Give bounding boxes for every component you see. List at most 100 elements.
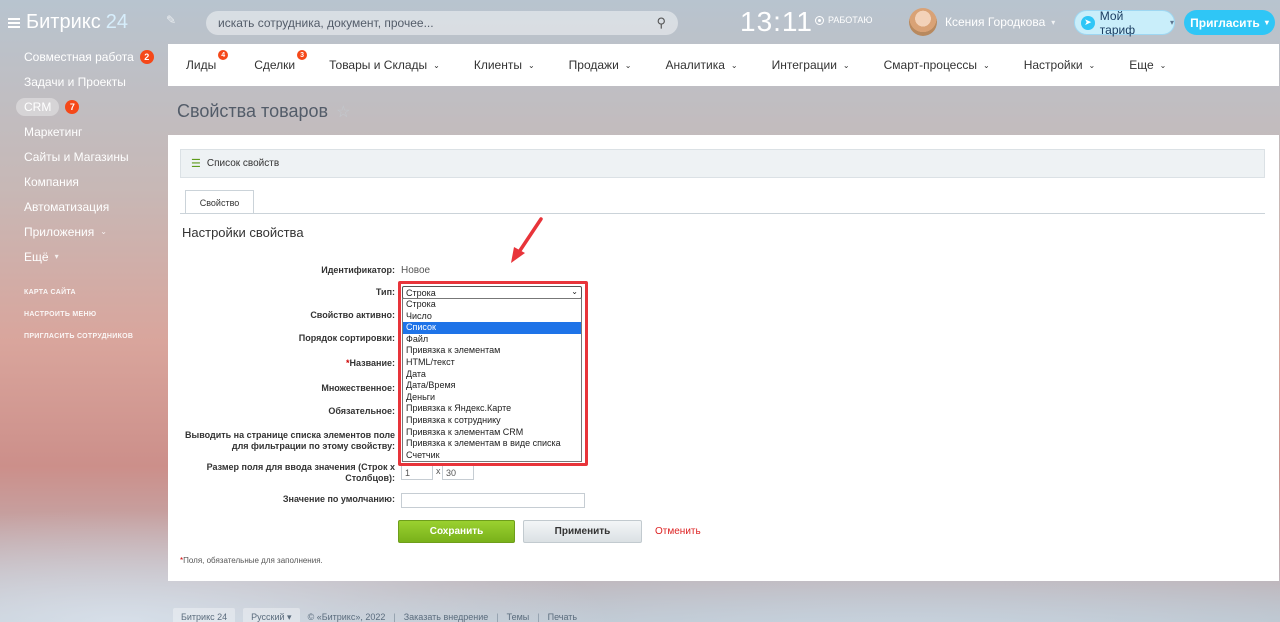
logo[interactable]: Битрикс 24	[8, 11, 128, 34]
footer-separator: |	[537, 612, 540, 622]
nav-analytics[interactable]: Аналитика ⌄	[666, 44, 750, 86]
sidebar-item-crm[interactable]: CRM 7	[0, 94, 168, 119]
invite-label: Пригласить	[1190, 15, 1260, 30]
type-option[interactable]: Дата	[403, 369, 581, 381]
nav-label: Клиенты	[473, 58, 522, 72]
user-menu[interactable]: Ксения Городкова ▾	[909, 8, 1055, 36]
work-status[interactable]: РАБОТАЮ	[815, 15, 873, 25]
status-icon	[815, 15, 824, 25]
type-option[interactable]: Привязка к элементам в виде списка	[403, 438, 581, 450]
chevron-down-icon: ▾	[54, 252, 59, 261]
nav-label: Настройки	[1023, 58, 1083, 72]
nav-integrations[interactable]: Интеграции ⌄	[772, 44, 862, 86]
id-value: Новое	[401, 265, 431, 276]
toolbar: ☰ Список свойств	[180, 149, 1265, 178]
sidebar-item-sites[interactable]: Сайты и Магазины	[0, 144, 168, 169]
sidebar-item-more[interactable]: Ещё ▾	[0, 244, 168, 269]
rocket-icon: ➤	[1081, 15, 1095, 30]
invite-employees-link[interactable]: ПРИГЛАСИТЬ СОТРУДНИКОВ	[0, 325, 168, 347]
footer-separator: |	[496, 612, 499, 622]
avatar[interactable]	[909, 8, 937, 36]
sidebar-item-marketing[interactable]: Маркетинг	[0, 119, 168, 144]
left-menu: Совместная работа 2 Задачи и Проекты CRM…	[0, 44, 168, 347]
sidebar-item-apps[interactable]: Приложения ⌄	[0, 219, 168, 244]
search-box[interactable]: ⚲	[206, 11, 678, 35]
type-option[interactable]: Привязка к элементам	[403, 345, 581, 357]
default-value-input[interactable]	[401, 493, 585, 508]
required-footnote: *Поля, обязательные для заполнения.	[180, 556, 323, 565]
type-option[interactable]: HTML/текст	[403, 357, 581, 369]
nav-leads[interactable]: Лиды 4	[186, 44, 229, 86]
property-list-link[interactable]: Список свойств	[207, 158, 279, 169]
tab-property[interactable]: Свойство	[185, 190, 254, 214]
chevron-down-icon: ⌄	[982, 60, 990, 70]
size-label-line1: Размер поля для ввода значения (Строк х	[206, 462, 395, 472]
menu-icon[interactable]	[8, 16, 20, 30]
nav-clients[interactable]: Клиенты ⌄	[474, 44, 547, 86]
nav-label: Товары и Склады	[329, 58, 428, 72]
type-select-value: Строка	[406, 287, 436, 298]
sitemap-link[interactable]: КАРТА САЙТА	[0, 281, 168, 303]
nav-products[interactable]: Товары и Склады ⌄	[329, 44, 452, 86]
chevron-down-icon: ⌄	[571, 287, 578, 296]
language-select[interactable]: Русский ▾	[243, 608, 300, 622]
nav-smart-processes[interactable]: Смарт-процессы ⌄	[884, 44, 1002, 86]
sidebar-item-collaboration[interactable]: Совместная работа 2	[0, 44, 168, 69]
chevron-down-icon: ⌄	[527, 60, 535, 70]
filter-label-line2: для фильтрации по этому свойству:	[231, 441, 395, 451]
sidebar-item-tasks[interactable]: Задачи и Проекты	[0, 69, 168, 94]
section-title: Настройки свойства	[182, 225, 304, 240]
type-option-highlighted[interactable]: Список	[403, 322, 581, 334]
sidebar-item-label: CRM	[16, 97, 60, 116]
sidebar-item-label: Сайты и Магазины	[24, 149, 129, 164]
type-option[interactable]: Дата/Время	[403, 380, 581, 392]
required-label: Обязательное:	[328, 406, 395, 416]
annotation-arrow-icon	[511, 217, 543, 263]
order-link[interactable]: Заказать внедрение	[404, 612, 489, 622]
type-label: Тип:	[375, 287, 395, 297]
tab-divider	[180, 213, 1265, 214]
nav-deals[interactable]: Сделки 3	[254, 44, 308, 86]
chevron-down-icon: ⌄	[842, 60, 850, 70]
size-cols-input[interactable]: 30	[442, 465, 474, 480]
invite-button[interactable]: Пригласить ▾	[1184, 10, 1275, 35]
type-option[interactable]: Строка	[403, 299, 581, 311]
search-input[interactable]	[218, 16, 657, 30]
pencil-icon[interactable]: ✎	[166, 13, 176, 27]
clock[interactable]: 13:11	[740, 6, 813, 38]
name-label: *Название:	[346, 358, 395, 368]
tariff-button[interactable]: ➤ Мой тариф ▾	[1074, 8, 1175, 37]
sidebar-item-label: Компания	[24, 174, 79, 189]
sidebar-item-company[interactable]: Компания	[0, 169, 168, 194]
print-link[interactable]: Печать	[548, 612, 577, 622]
tariff-label: Мой тариф	[1099, 8, 1136, 37]
chevron-down-icon: ▾	[1051, 17, 1056, 27]
sidebar-item-automation[interactable]: Автоматизация	[0, 194, 168, 219]
configure-menu-link[interactable]: НАСТРОИТЬ МЕНЮ	[0, 303, 168, 325]
apply-button[interactable]: Применить	[523, 520, 642, 543]
star-icon[interactable]: ☆	[336, 102, 350, 122]
chevron-down-icon: ⌄	[624, 60, 632, 70]
nav-label: Продажи	[568, 58, 619, 72]
chevron-down-icon: ⌄	[433, 60, 440, 70]
footer-brand[interactable]: Битрикс 24	[173, 608, 236, 622]
type-option[interactable]: Привязка к сотруднику	[403, 415, 581, 427]
type-option[interactable]: Привязка к Яндекс.Карте	[403, 403, 581, 415]
page-title-text: Свойства товаров	[177, 101, 329, 121]
type-option[interactable]: Привязка к элементам CRM	[403, 427, 581, 439]
search-icon[interactable]: ⚲	[656, 15, 666, 31]
brand-name: Битрикс	[26, 11, 101, 33]
nav-more[interactable]: Еще ⌄	[1129, 44, 1178, 86]
counter-badge: 3	[297, 50, 308, 60]
nav-sales[interactable]: Продажи ⌄	[569, 44, 644, 86]
type-option[interactable]: Счетчик	[403, 450, 581, 462]
nav-settings[interactable]: Настройки ⌄	[1024, 44, 1108, 86]
active-label: Свойство активно:	[310, 310, 395, 320]
type-option[interactable]: Файл	[403, 334, 581, 346]
cancel-link[interactable]: Отменить	[655, 526, 701, 537]
save-button[interactable]: Сохранить	[398, 520, 515, 543]
type-option[interactable]: Число	[403, 311, 581, 323]
type-option[interactable]: Деньги	[403, 392, 581, 404]
themes-link[interactable]: Темы	[507, 612, 530, 622]
size-rows-input[interactable]: 1	[401, 465, 433, 480]
